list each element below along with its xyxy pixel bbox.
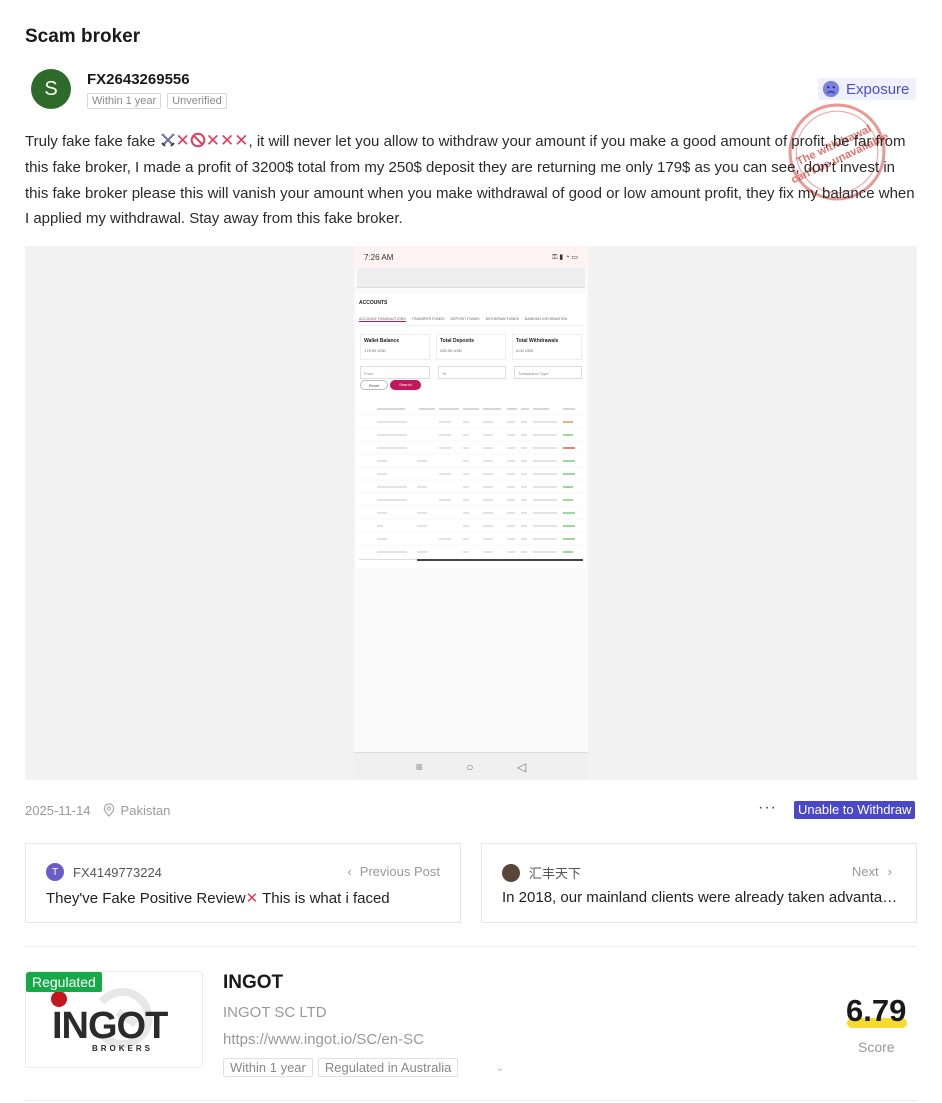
author-block: S FX2643269556 Within 1 year Unverified: [31, 69, 227, 109]
x-mark-icon: ✕: [234, 131, 249, 150]
prohibited-icon: [190, 132, 206, 148]
exposure-label: Exposure: [846, 80, 910, 98]
more-options-icon[interactable]: ···: [758, 799, 777, 817]
next-post-title: In 2018, our mainland clients were alrea…: [502, 889, 902, 906]
previous-post-card[interactable]: T FX4149773224 ‹ Previous Post They've Fa…: [25, 843, 461, 923]
x-mark-icon: ✕: [245, 890, 259, 907]
post-body: Truly fake fake fake ✕ ✕✕✕, it will neve…: [25, 128, 920, 232]
broker-score: 6.79: [846, 993, 907, 1028]
summary-label: Total Withdrawals: [516, 338, 559, 344]
post-meta: 2025-11-14 Pakistan ··· Unable to Withdr…: [25, 799, 917, 819]
location-pin-icon: [103, 803, 114, 817]
broker-logo[interactable]: INGOT BROKERS Regulated: [25, 971, 203, 1068]
prev-label: Previous Post: [359, 864, 440, 879]
avatar: [502, 863, 520, 882]
logo-subtext: BROKERS: [92, 1044, 153, 1053]
logo-wordmark: INGOT: [52, 1005, 168, 1047]
summary-label: Total Deposits: [440, 338, 475, 344]
broker-tags: Within 1 year Regulated in Australia: [223, 1058, 459, 1077]
phone-filters: From To Transaction Type: [360, 366, 582, 379]
x-mark-icon: ✕: [205, 131, 221, 150]
avatar[interactable]: S: [31, 69, 71, 109]
phone-screenshot: 7:26 AM ⚿ ▮ ◔ ▭ ACCOUNTS ACCOUNT TRANSAC…: [354, 246, 588, 780]
broker-tag-regulation: Regulated in Australia: [317, 1058, 459, 1077]
exposure-badge: Exposure: [818, 78, 917, 100]
post-location: Pakistan: [120, 802, 171, 818]
x-mark-icon: ✕: [175, 131, 190, 150]
phone-summary-card: Wallet Balance 179.00 USD: [360, 334, 430, 360]
post-date: 2025-11-14: [25, 802, 91, 818]
filter-type: Transaction Type: [514, 366, 582, 379]
summary-value: 250.00 USD: [440, 348, 462, 353]
phone-tab: DEPOSIT FUNDS: [450, 317, 480, 321]
author-tag-verification: Unverified: [167, 93, 227, 109]
broker-url[interactable]: https://www.ingot.io/SC/en-SC: [223, 1031, 424, 1048]
filter-from: From: [360, 366, 430, 379]
next-post-card[interactable]: 汇丰天下 Next › In 2018, our mainland clients…: [481, 843, 917, 923]
status-badge: Unable to Withdraw: [794, 801, 916, 819]
summary-value: 179.00 USD: [364, 348, 386, 353]
filter-to: To: [438, 366, 506, 379]
attached-screenshot[interactable]: 7:26 AM ⚿ ▮ ◔ ▭ ACCOUNTS ACCOUNT TRANSAC…: [25, 246, 917, 780]
broker-name[interactable]: INGOT: [223, 972, 283, 994]
divider: [25, 1100, 917, 1101]
chevron-left-icon: ‹: [347, 864, 352, 879]
phone-tab: BANKING INFORMATION: [525, 317, 568, 321]
author-tag-duration: Within 1 year: [87, 93, 162, 109]
prev-post-title-text: They've Fake Positive Review: [46, 890, 246, 907]
phone-tab: WITHDRAW FUNDS: [485, 317, 520, 321]
prev-post-user: FX4149773224: [73, 864, 162, 880]
phone-tab: ACCOUNT TRANSACTIONS: [359, 317, 406, 322]
x-mark-icon: ✕: [220, 131, 235, 150]
broker-tag-duration: Within 1 year: [223, 1058, 313, 1077]
phone-tab: TRANSFER FUNDS: [411, 317, 445, 321]
menu-icon: ≡: [415, 759, 423, 774]
phone-tabs: ACCOUNT TRANSACTIONS TRANSFER FUNDS DEPO…: [359, 317, 583, 326]
next-label: Next: [851, 864, 879, 879]
post-title: Scam broker: [25, 26, 141, 47]
sad-face-icon: [822, 80, 840, 98]
phone-nav-bar: ≡ ○ ◁: [354, 752, 588, 780]
post-body-main: , it will never let you allow to withdra…: [25, 133, 915, 228]
chevron-right-icon: ›: [887, 864, 892, 879]
chevron-down-icon[interactable]: ⌄: [495, 1061, 504, 1074]
prev-post-title-tail: This is what i faced: [258, 890, 390, 907]
reset-button: Reset: [360, 380, 388, 390]
phone-summary-card: Total Withdrawals 0.00 USD: [512, 334, 582, 360]
avatar: T: [46, 863, 64, 881]
phone-time: 7:26 AM: [364, 252, 394, 262]
phone-notice-bar: [357, 268, 585, 288]
score-label: Score: [858, 1039, 895, 1055]
phone-summary: Wallet Balance 179.00 USD Total Deposits…: [360, 334, 582, 360]
transactions-table: [359, 408, 583, 561]
prev-post-title: They've Fake Positive Review✕ This is wh…: [46, 889, 446, 907]
next-post-user: 汇丰天下: [529, 866, 582, 881]
swords-icon: [160, 133, 175, 147]
phone-summary-card: Total Deposits 250.00 USD: [436, 334, 506, 360]
summary-value: 0.00 USD: [516, 348, 534, 353]
previous-post-link[interactable]: ‹ Previous Post: [347, 864, 440, 879]
accounts-card: ACCOUNTS ACCOUNT TRANSACTIONS TRANSFER F…: [356, 294, 586, 568]
broker-company: INGOT SC LTD: [223, 1004, 327, 1021]
back-icon: ◁: [517, 759, 527, 774]
phone-status-icons: ⚿ ▮ ◔ ▭: [552, 253, 578, 261]
divider: [25, 946, 917, 947]
post-body-prefix: Truly fake fake fake: [25, 133, 156, 150]
search-button: Search: [390, 380, 421, 390]
home-icon: ○: [466, 759, 474, 774]
accounts-heading: ACCOUNTS: [359, 300, 388, 306]
author-name[interactable]: FX2643269556: [87, 71, 227, 88]
next-post-link[interactable]: Next ›: [852, 864, 892, 879]
summary-label: Wallet Balance: [364, 338, 400, 344]
phone-buttons: Reset Search: [360, 380, 421, 390]
regulated-badge: Regulated: [26, 972, 102, 992]
